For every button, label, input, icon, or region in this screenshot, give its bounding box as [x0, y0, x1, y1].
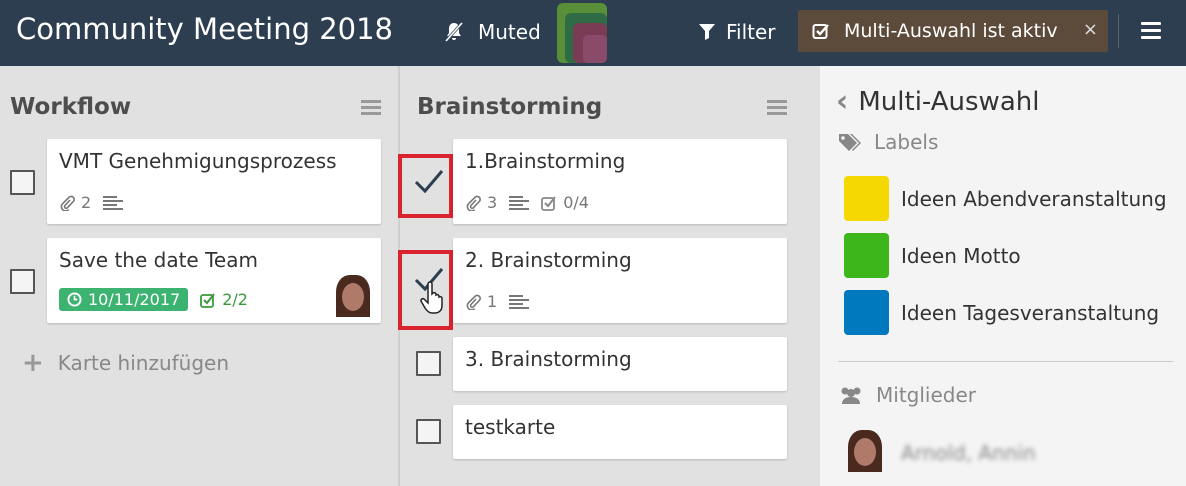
card-title: testkarte — [465, 415, 556, 439]
description-icon — [509, 294, 530, 309]
card-testkarte[interactable]: testkarte — [453, 405, 787, 459]
checklist-count: 2/2 — [222, 290, 248, 309]
labels-heading-text: Labels — [874, 130, 939, 154]
sidebar-header: ‹ Multi-Auswahl — [836, 84, 1039, 119]
list-menu-icon[interactable] — [767, 100, 787, 116]
description-badge — [509, 195, 530, 211]
label-ideen-tagesveranstaltung[interactable]: Ideen Tagesveranstaltung — [844, 290, 1159, 335]
checklist-badge: 2/2 — [200, 290, 248, 309]
add-card-button[interactable]: + Karte hinzufügen — [22, 348, 229, 378]
close-icon[interactable]: × — [1083, 19, 1098, 40]
member-avatar — [844, 430, 889, 475]
description-badge — [509, 294, 530, 310]
label-name: Ideen Tagesveranstaltung — [901, 300, 1160, 325]
muted-label: Muted — [478, 20, 541, 44]
card-vmt-genehmigungsprozess[interactable]: VMT Genehmigungsprozess 2 — [47, 139, 381, 224]
add-card-label: Karte hinzufügen — [57, 351, 230, 375]
card-3-brainstorming[interactable]: 3. Brainstorming — [453, 337, 787, 391]
description-icon — [103, 195, 124, 210]
mute-toggle[interactable]: Muted — [442, 20, 541, 44]
label-ideen-motto[interactable]: Ideen Motto — [844, 233, 1021, 278]
checklist-icon — [541, 195, 556, 211]
card-title: Save the date Team — [59, 248, 258, 272]
bell-muted-icon — [444, 22, 464, 42]
multiselect-sidebar: ‹ Multi-Auswahl Labels Ideen Abendverans… — [820, 66, 1186, 486]
card-select-checkbox[interactable] — [10, 170, 35, 195]
description-icon — [509, 195, 530, 210]
label-swatch — [844, 290, 889, 335]
filter-icon — [699, 24, 715, 40]
labels-heading: Labels — [838, 130, 938, 154]
member-name: Arnold, Annin — [901, 440, 1036, 465]
sidebar-title: Multi-Auswahl — [858, 86, 1040, 117]
card-1-brainstorming[interactable]: 1.Brainstorming 3 0/4 — [453, 139, 787, 224]
label-name: Ideen Motto — [901, 243, 1021, 268]
attachment-badge: 3 — [465, 193, 497, 212]
card-title: 3. Brainstorming — [465, 347, 632, 371]
list-menu-icon[interactable] — [361, 100, 381, 116]
card-select-checkbox[interactable] — [10, 269, 35, 294]
member-item[interactable]: Arnold, Annin — [844, 430, 1036, 475]
label-name: Ideen Abendveranstaltung — [901, 186, 1167, 211]
card-title: 1.Brainstorming — [465, 149, 626, 173]
card-title: 2. Brainstorming — [465, 248, 632, 272]
clock-icon — [67, 292, 82, 307]
checklist-count: 0/4 — [563, 193, 589, 212]
paperclip-icon — [466, 195, 481, 211]
description-badge — [103, 195, 124, 211]
list-gutter — [804, 66, 820, 486]
due-date-text: 10/11/2017 — [88, 290, 181, 309]
filter-label: Filter — [726, 20, 776, 44]
label-ideen-abendveranstaltung[interactable]: Ideen Abendveranstaltung — [844, 176, 1167, 221]
members-heading-text: Mitglieder — [876, 383, 976, 407]
hand-cursor-icon — [420, 281, 443, 314]
card-2-brainstorming[interactable]: 2. Brainstorming 1 — [453, 238, 787, 323]
checklist-badge: 0/4 — [541, 193, 589, 212]
filter-button[interactable]: Filter — [698, 20, 776, 44]
checklist-icon — [200, 292, 216, 308]
list-workflow: Workflow VMT Genehmigungsprozess 2 Save … — [0, 66, 398, 486]
board-title[interactable]: Community Meeting 2018 — [16, 12, 393, 46]
sidebar-divider — [838, 361, 1173, 362]
multiselect-active-badge[interactable]: Multi-Auswahl ist aktiv × — [798, 10, 1108, 52]
checkmark-icon[interactable] — [414, 168, 444, 194]
card-save-the-date-team[interactable]: Save the date Team 10/11/2017 2/2 — [47, 238, 381, 323]
attachment-count: 3 — [487, 193, 498, 212]
paperclip-icon — [60, 195, 75, 211]
card-select-checkbox[interactable] — [416, 351, 441, 376]
card-badges: 1 — [465, 292, 530, 311]
card-badges: 3 0/4 — [465, 193, 589, 212]
card-title: VMT Genehmigungsprozess — [59, 149, 337, 173]
label-swatch — [844, 233, 889, 278]
plus-icon: + — [22, 348, 44, 378]
attachment-badge: 2 — [59, 193, 91, 212]
checkbox-checked-icon — [812, 24, 829, 39]
card-select-checkbox[interactable] — [416, 419, 441, 444]
list-brainstorming: Brainstorming 1.Brainstorming 3 0/4 2. B… — [398, 66, 804, 486]
members-heading: Mitglieder — [838, 383, 976, 407]
attachment-count: 2 — [81, 193, 92, 212]
paperclip-icon — [466, 294, 481, 310]
wekan-logo — [557, 3, 607, 63]
member-avatar[interactable] — [332, 275, 374, 317]
list-title[interactable]: Brainstorming — [417, 94, 602, 120]
card-badges: 10/11/2017 2/2 — [59, 288, 248, 311]
chevron-left-icon[interactable]: ‹ — [836, 84, 848, 119]
tag-icon — [839, 134, 861, 151]
header-divider — [1118, 14, 1119, 48]
board-header: Community Meeting 2018 Muted Filter Mult… — [0, 0, 1186, 66]
label-swatch — [844, 176, 889, 221]
attachment-badge: 1 — [465, 292, 497, 311]
board-menu-icon[interactable] — [1141, 22, 1161, 40]
card-badges: 2 — [59, 193, 124, 212]
multiselect-label: Multi-Auswahl ist aktiv — [844, 20, 1058, 42]
users-icon — [841, 387, 861, 404]
due-date-badge: 10/11/2017 — [59, 288, 189, 311]
attachment-count: 1 — [487, 292, 498, 311]
list-title[interactable]: Workflow — [10, 94, 131, 120]
